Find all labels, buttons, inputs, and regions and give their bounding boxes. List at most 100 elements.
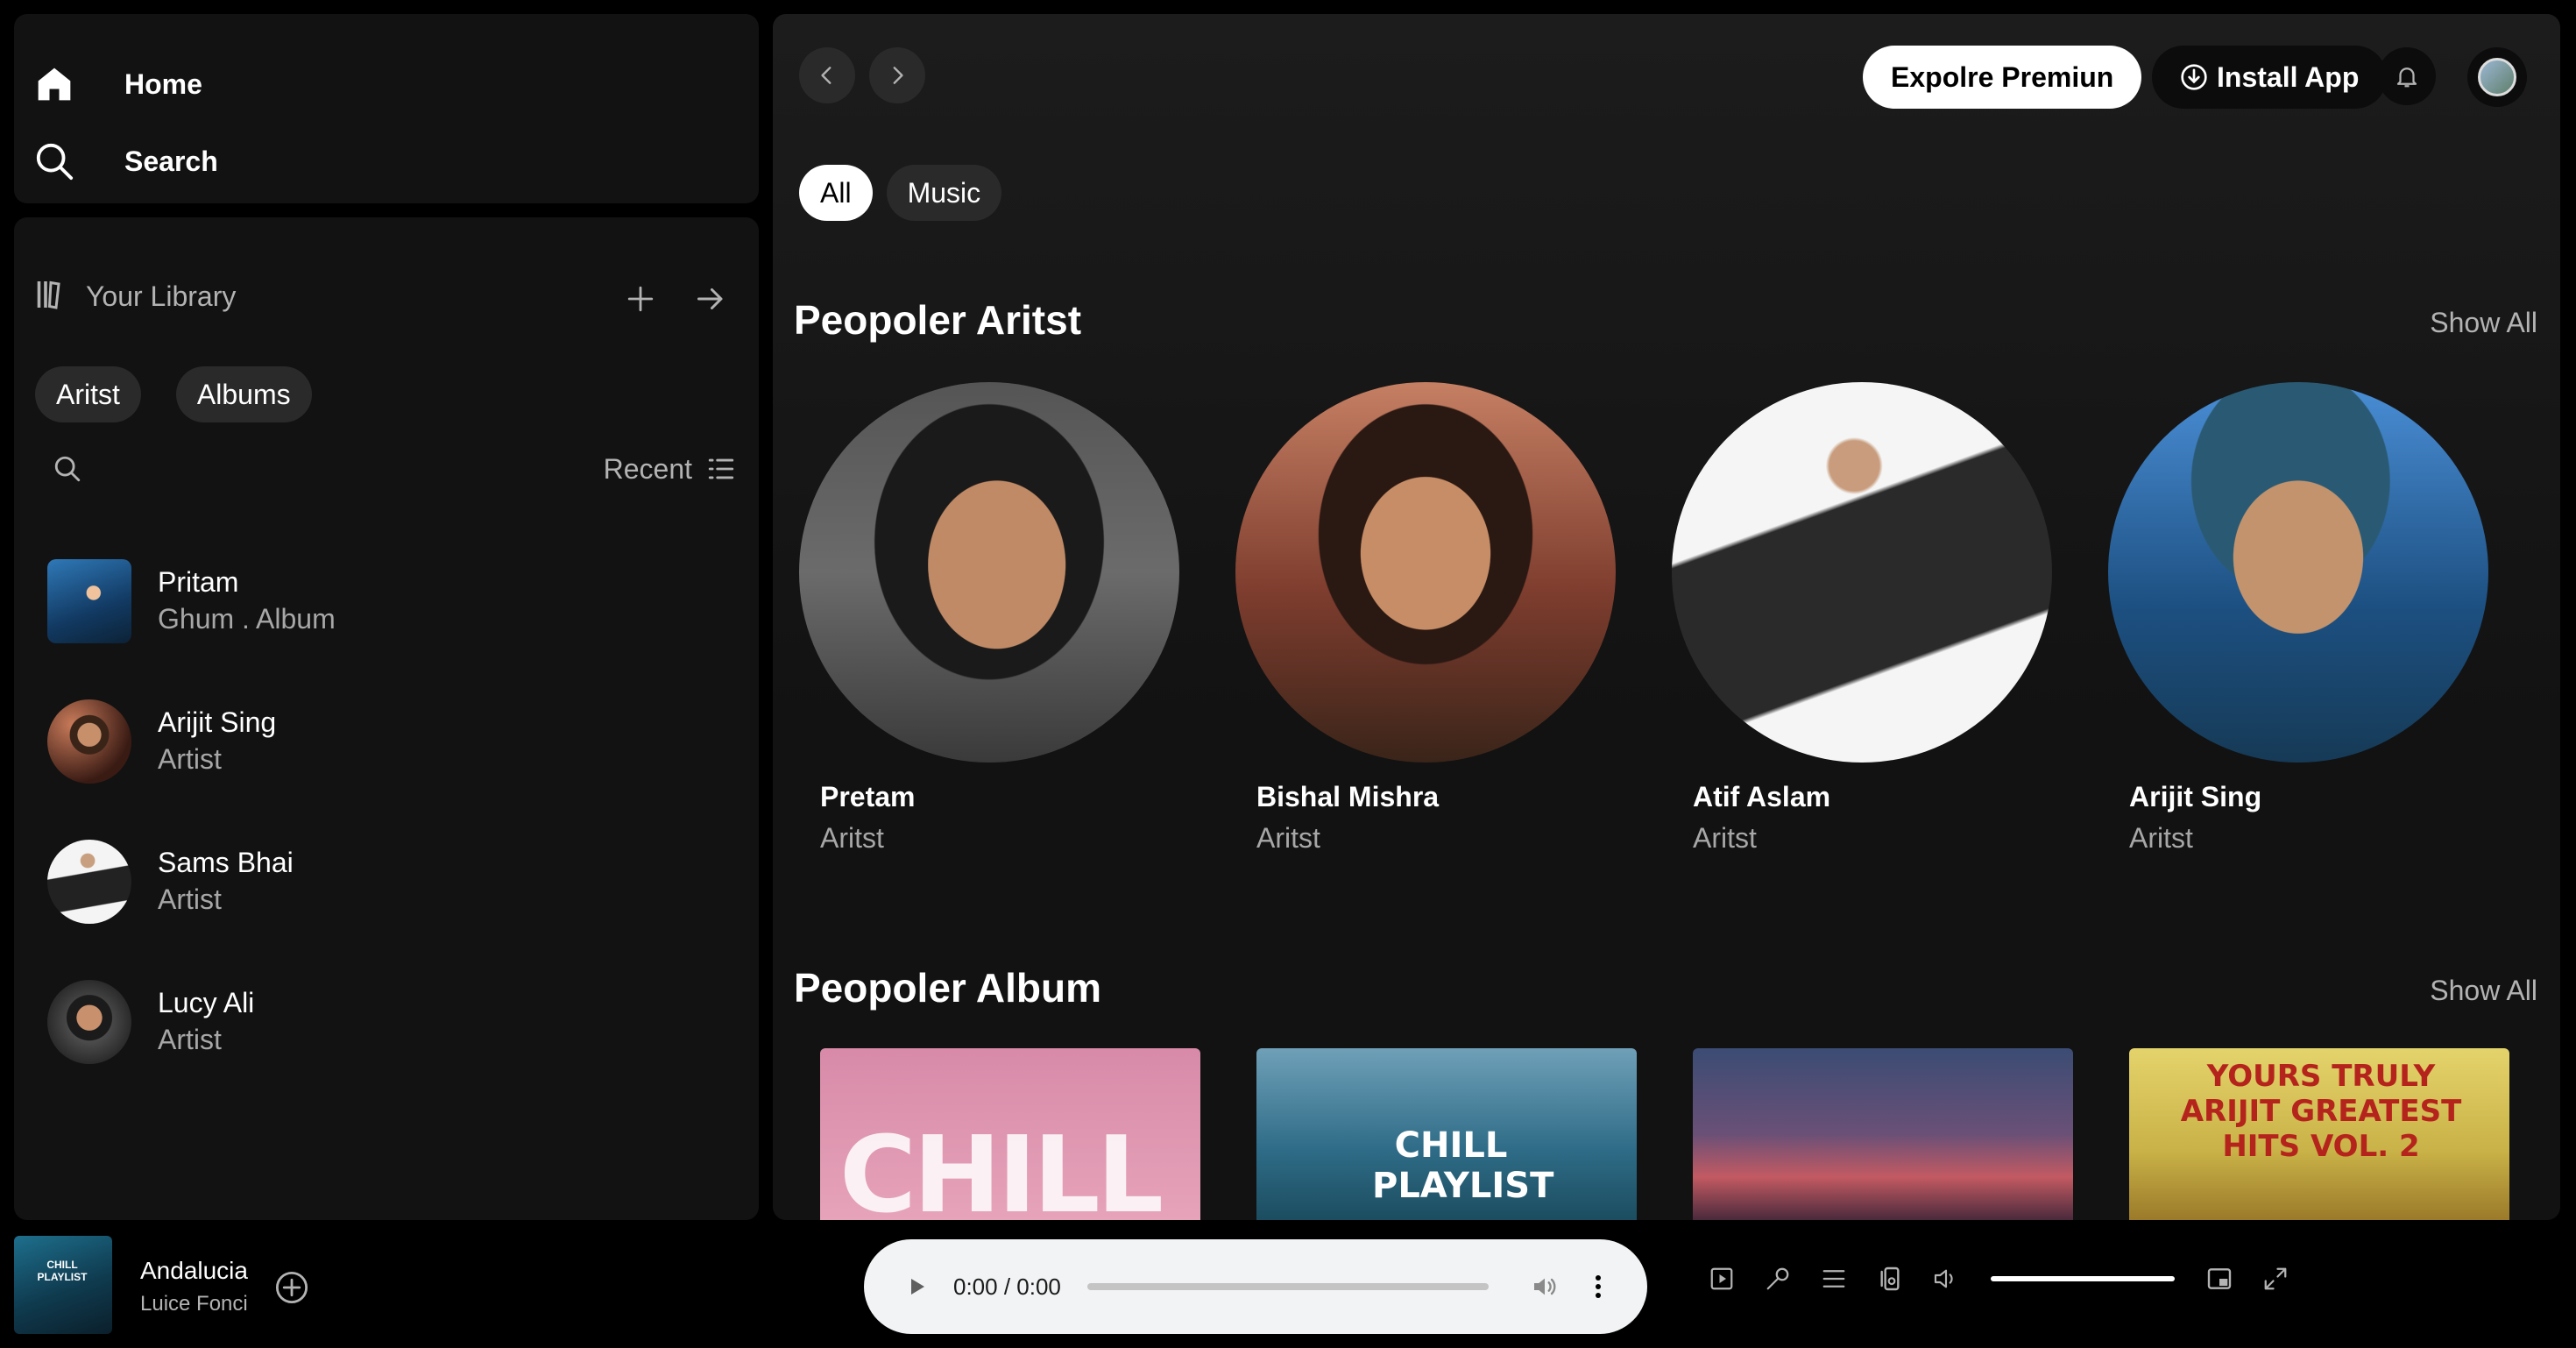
artist-photo bbox=[1672, 382, 2052, 763]
your-library-button[interactable]: Your Library bbox=[35, 270, 236, 323]
artist-card[interactable]: Bishal Mishra Aritst bbox=[1209, 382, 1616, 857]
artist-name: Bishal Mishra bbox=[1256, 781, 1440, 812]
expand-library-button[interactable] bbox=[689, 277, 732, 321]
fullscreen-icon bbox=[2264, 1267, 2287, 1290]
library-icon bbox=[35, 279, 67, 315]
volume-icon bbox=[1934, 1269, 1953, 1288]
plus-icon bbox=[627, 286, 654, 312]
popular-artists-show-all[interactable]: Show All bbox=[2430, 307, 2537, 339]
audio-progress-slider[interactable] bbox=[1086, 1283, 1489, 1290]
item-subtitle: Artist bbox=[158, 883, 222, 915]
artist-role: Aritst bbox=[1693, 822, 1757, 854]
popular-artists-title: Peopoler Aritst bbox=[794, 297, 1082, 343]
library-title: Your Library bbox=[86, 280, 237, 312]
artist-card[interactable]: Pretam Aritst bbox=[773, 382, 1179, 857]
lyrics-button[interactable] bbox=[1761, 1262, 1794, 1295]
volume-icon bbox=[1533, 1278, 1556, 1295]
item-subtitle: Artist bbox=[158, 743, 222, 775]
audio-time: 0:00 / 0:00 bbox=[953, 1273, 1061, 1300]
notifications-button[interactable] bbox=[2378, 47, 2436, 105]
more-vertical-icon bbox=[1595, 1275, 1601, 1298]
queue-button[interactable] bbox=[1817, 1262, 1851, 1295]
library-sort-button[interactable]: Recent bbox=[604, 447, 736, 491]
queue-icon bbox=[1822, 1270, 1845, 1288]
item-title: Arijit Sing bbox=[158, 706, 277, 738]
now-playing-title[interactable]: Andalucia bbox=[140, 1257, 248, 1285]
search-icon bbox=[28, 135, 81, 188]
artist-name: Pretam bbox=[820, 781, 916, 812]
filter-all[interactable]: All bbox=[799, 165, 873, 221]
artist-name: Atif Aslam bbox=[1693, 781, 1831, 812]
list-item[interactable]: Pritam Ghum . Album bbox=[47, 531, 748, 671]
list-item[interactable]: Sams Bhai Artist bbox=[47, 812, 748, 952]
item-subtitle: Artist bbox=[158, 1024, 222, 1055]
library-search-button[interactable] bbox=[46, 447, 89, 491]
volume-button[interactable] bbox=[1929, 1262, 1963, 1295]
user-avatar-button[interactable] bbox=[2467, 47, 2527, 107]
album-card[interactable]: CHILL bbox=[820, 1048, 1200, 1220]
mini-player-button[interactable] bbox=[2203, 1262, 2236, 1295]
list-icon bbox=[708, 458, 734, 479]
mini-player-icon bbox=[2207, 1268, 2232, 1289]
artist-avatar bbox=[47, 699, 131, 784]
artist-photo bbox=[2108, 382, 2488, 763]
home-icon bbox=[28, 58, 81, 110]
artist-photo bbox=[799, 382, 1179, 763]
volume-slider[interactable] bbox=[1991, 1276, 2175, 1281]
bell-icon bbox=[2396, 67, 2417, 88]
install-app-label: Install App bbox=[2217, 60, 2360, 93]
add-to-library-button[interactable] bbox=[619, 277, 662, 321]
nav-home[interactable]: Home bbox=[28, 53, 202, 115]
artist-card[interactable]: Atif Aslam Aritst bbox=[1645, 382, 2052, 857]
audio-player: 0:00 / 0:00 bbox=[864, 1239, 1647, 1334]
connect-device-button[interactable] bbox=[1873, 1262, 1907, 1295]
install-app-button[interactable]: Install App bbox=[2152, 46, 2388, 109]
chevron-right-icon bbox=[893, 67, 903, 84]
item-subtitle: Ghum . Album bbox=[158, 603, 336, 635]
audio-mute-button[interactable] bbox=[1527, 1269, 1562, 1304]
nav-search[interactable]: Search bbox=[28, 131, 218, 192]
library-filter-artist[interactable]: Aritst bbox=[35, 366, 141, 422]
nav-home-label: Home bbox=[124, 67, 202, 100]
player-bar: CHILL PLAYLIST Andalucia Luice Fonci 0:0… bbox=[0, 1220, 2576, 1348]
album-card[interactable] bbox=[1693, 1048, 2073, 1220]
album-card[interactable]: CHILL PLAYLIST bbox=[1256, 1048, 1637, 1220]
album-art-text: YOURS TRULY ARIJIT GREATEST HITS VOL. 2 bbox=[2180, 1059, 2462, 1164]
add-to-liked-button[interactable] bbox=[273, 1269, 310, 1306]
now-playing-view-button[interactable] bbox=[1705, 1262, 1738, 1295]
library-list: Pritam Ghum . Album Arijit Sing Artist S… bbox=[47, 531, 748, 1092]
album-art-text: CHILL bbox=[839, 1115, 1164, 1220]
item-title: Sams Bhai bbox=[158, 847, 294, 878]
fullscreen-button[interactable] bbox=[2259, 1262, 2292, 1295]
microphone-icon bbox=[1766, 1267, 1789, 1290]
library-filter-albums[interactable]: Albums bbox=[175, 366, 312, 422]
play-button[interactable] bbox=[899, 1269, 934, 1304]
album-cover bbox=[47, 559, 131, 643]
library-panel: Your Library Aritst Albums Recent Pritam… bbox=[14, 217, 759, 1220]
list-item[interactable]: Arijit Sing Artist bbox=[47, 671, 748, 812]
album-art-text: CHILL PLAYLIST bbox=[1372, 1125, 1554, 1206]
item-title: Pritam bbox=[158, 566, 239, 598]
filter-music[interactable]: Music bbox=[886, 165, 1002, 221]
nav-search-label: Search bbox=[124, 145, 218, 177]
artist-avatar bbox=[47, 980, 131, 1064]
avatar bbox=[2478, 58, 2516, 96]
forward-button[interactable] bbox=[869, 47, 925, 103]
popular-albums-title: Peopoler Album bbox=[794, 965, 1101, 1011]
now-playing-cover: CHILL PLAYLIST bbox=[14, 1236, 112, 1334]
popular-albums-show-all[interactable]: Show All bbox=[2430, 975, 2537, 1007]
plus-circle-icon bbox=[275, 1271, 308, 1304]
artist-card[interactable]: Arijit Sing Aritst bbox=[2082, 382, 2488, 857]
audio-more-button[interactable] bbox=[1585, 1269, 1611, 1304]
back-button[interactable] bbox=[799, 47, 855, 103]
list-item[interactable]: Lucy Ali Artist bbox=[47, 952, 748, 1092]
explore-premium-button[interactable]: Expolre Premiun bbox=[1863, 46, 2142, 109]
artist-photo bbox=[1235, 382, 1616, 763]
chevron-left-icon bbox=[821, 67, 832, 84]
play-icon bbox=[911, 1279, 924, 1295]
artist-avatar bbox=[47, 840, 131, 924]
now-playing-artist[interactable]: Luice Fonci bbox=[140, 1292, 248, 1316]
main-content: Expolre Premiun Install App All Music Pe… bbox=[773, 14, 2560, 1220]
library-sort-label: Recent bbox=[603, 452, 692, 485]
album-card[interactable]: YOURS TRULY ARIJIT GREATEST HITS VOL. 2 bbox=[2129, 1048, 2509, 1220]
